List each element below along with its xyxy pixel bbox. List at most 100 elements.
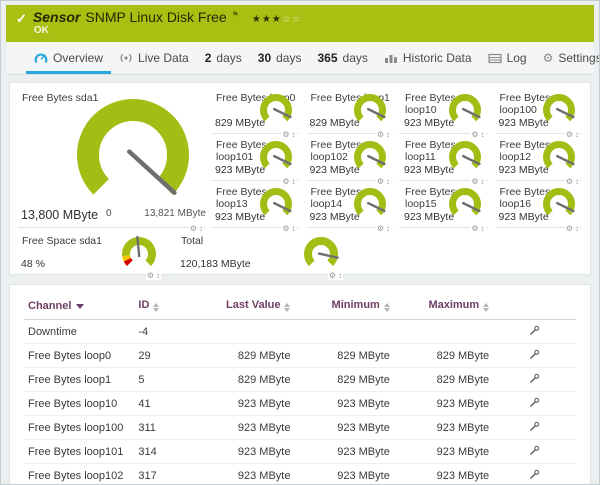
compare-icon[interactable]: ↕ xyxy=(156,272,160,280)
table-row[interactable]: Free Bytes loop10 41 923 MByte 923 MByte… xyxy=(24,392,576,416)
gear-icon[interactable]: ⚙ xyxy=(471,225,478,233)
channel-settings-wrench-icon[interactable] xyxy=(529,325,540,339)
maximum-cell: 923 MByte xyxy=(394,464,493,485)
table-row[interactable]: Free Bytes loop101 314 923 MByte 923 MBy… xyxy=(24,440,576,464)
channel-settings-wrench-icon[interactable] xyxy=(529,373,540,387)
tile-actions: ⚙ ↕ xyxy=(470,225,485,233)
sort-icon xyxy=(153,303,159,312)
gauge-value: 829 MByte xyxy=(215,117,265,129)
column-header-maximum[interactable]: Maximum xyxy=(394,294,493,320)
gear-icon[interactable]: ⚙ xyxy=(147,272,154,280)
table-row[interactable]: Free Bytes loop100 311 923 MByte 923 MBy… xyxy=(24,416,576,440)
gauge-tile: Free Bytes loop101 923 MByte ⚙ ↕ xyxy=(212,135,299,181)
tab-historic-data-label: Historic Data xyxy=(403,51,472,65)
gauge-value: 923 MByte xyxy=(215,211,265,223)
column-header-channel[interactable]: Channel xyxy=(24,294,134,320)
channel-cell: Free Bytes loop10 xyxy=(24,392,134,416)
gauge-value: 923 MByte xyxy=(499,211,549,223)
id-cell: 311 xyxy=(134,416,195,440)
gauge-value: 923 MByte xyxy=(404,211,454,223)
tab-historic-data[interactable]: Historic Data xyxy=(376,42,480,74)
gauge-tile: Free Bytes loop102 923 MByte ⚙ ↕ xyxy=(307,135,394,181)
compare-icon[interactable]: ↕ xyxy=(575,225,579,233)
minimum-cell: 923 MByte xyxy=(294,440,393,464)
priority-stars[interactable]: ★★★☆☆ xyxy=(252,14,302,25)
last-value-cell: 923 MByte xyxy=(195,464,294,485)
tile-actions: ⚙ ↕ xyxy=(376,225,391,233)
tab-bar: Overview Live Data 2 days 30 days 365 da… xyxy=(6,42,594,75)
maximum-cell: 923 MByte xyxy=(394,440,493,464)
tab-live-data[interactable]: Live Data xyxy=(111,42,197,74)
gauge-value: 923 MByte xyxy=(404,164,454,176)
channel-cell: Free Bytes loop102 xyxy=(24,464,134,485)
gauge-tile: Free Bytes loop14 923 MByte ⚙ ↕ xyxy=(307,182,394,228)
table-row[interactable]: Free Bytes loop1 5 829 MByte 829 MByte 8… xyxy=(24,368,576,392)
channel-settings-wrench-icon[interactable] xyxy=(529,397,540,411)
gear-icon[interactable]: ⚙ xyxy=(377,225,384,233)
channel-settings-wrench-icon[interactable] xyxy=(529,349,540,363)
tab-30-days[interactable]: 30 days xyxy=(250,42,310,74)
minimum-cell: 829 MByte xyxy=(294,344,393,368)
tab-log[interactable]: Log xyxy=(480,42,535,74)
table-row[interactable]: Free Bytes loop102 317 923 MByte 923 MBy… xyxy=(24,464,576,485)
gauge-tile: Free Bytes loop0 829 MByte ⚙ ↕ xyxy=(212,88,299,134)
gauge-tile: Total 120,183 MByte ⚙ ↕ xyxy=(177,231,345,275)
maximum-cell: 829 MByte xyxy=(394,368,493,392)
gauges-panel: Free Bytes sda1 13,800 MByte 0 13,821 MB… xyxy=(9,82,591,275)
main-gauge-value: 13,800 MByte xyxy=(21,208,98,222)
compare-icon[interactable]: ↕ xyxy=(481,225,485,233)
tab-2-days-number: 2 xyxy=(205,51,212,65)
main-gauge-tile: Free Bytes sda1 13,800 MByte 0 13,821 MB… xyxy=(18,88,206,228)
gauge-tile: Free Bytes loop13 923 MByte ⚙ ↕ xyxy=(212,182,299,228)
gauge-tile: Free Space sda1 48 % ⚙ ↕ xyxy=(18,231,163,275)
status-badge: OK xyxy=(34,25,302,36)
flag-icon[interactable]: ⚑ xyxy=(232,10,239,19)
table-row[interactable]: Downtime -4 xyxy=(24,320,576,344)
sensor-title-block: Sensor SNMP Linux Disk Free ⚑ ★★★☆☆ OK xyxy=(33,9,302,36)
column-header-actions xyxy=(493,294,576,320)
tab-2-days[interactable]: 2 days xyxy=(197,42,250,74)
status-ok-check-icon: ✓ xyxy=(16,11,27,27)
tab-overview-label: Overview xyxy=(53,51,103,65)
stars-filled[interactable]: ★★★ xyxy=(252,14,282,25)
channel-settings-wrench-icon[interactable] xyxy=(529,445,540,459)
log-table-icon xyxy=(488,53,502,64)
id-cell: 314 xyxy=(134,440,195,464)
minimum-cell: 923 MByte xyxy=(294,416,393,440)
gauge-tile: Free Bytes loop16 923 MByte ⚙ ↕ xyxy=(496,182,583,228)
gauge-tile: Free Bytes loop15 923 MByte ⚙ ↕ xyxy=(401,182,488,228)
gear-icon[interactable]: ⚙ xyxy=(566,225,573,233)
tab-365-days[interactable]: 365 days xyxy=(309,42,375,74)
last-value-cell: 923 MByte xyxy=(195,440,294,464)
compare-icon[interactable]: ↕ xyxy=(386,225,390,233)
table-row[interactable]: Free Bytes loop0 29 829 MByte 829 MByte … xyxy=(24,344,576,368)
sensor-label: Sensor xyxy=(33,9,80,25)
channel-cell: Downtime xyxy=(24,320,134,344)
column-header-minimum[interactable]: Minimum xyxy=(294,294,393,320)
page-title: SNMP Linux Disk Free xyxy=(85,9,226,25)
channel-cell: Free Bytes loop1 xyxy=(24,368,134,392)
gear-icon[interactable]: ⚙ xyxy=(329,272,336,280)
stars-empty[interactable]: ☆☆ xyxy=(282,14,302,25)
tab-settings[interactable]: ⚙ Settings xyxy=(535,42,600,74)
compare-icon[interactable]: ↕ xyxy=(338,272,342,280)
tile-actions: ⚙ ↕ xyxy=(146,272,161,280)
column-header-id[interactable]: ID xyxy=(134,294,195,320)
gear-icon: ⚙ xyxy=(543,51,554,65)
channel-cell: Free Bytes loop101 xyxy=(24,440,134,464)
tab-2-days-label: days xyxy=(216,51,241,65)
gauge-value: 923 MByte xyxy=(404,117,454,129)
gauge-value: 923 MByte xyxy=(310,164,360,176)
last-value-cell: 923 MByte xyxy=(195,392,294,416)
gauge-icon xyxy=(34,52,48,64)
channel-settings-wrench-icon[interactable] xyxy=(529,469,540,483)
sort-icon xyxy=(384,303,390,312)
sensor-page: ✓ Sensor SNMP Linux Disk Free ⚑ ★★★☆☆ OK… xyxy=(0,0,600,485)
column-header-last-value[interactable]: Last Value xyxy=(195,294,294,320)
last-value-cell xyxy=(195,320,294,344)
channel-settings-wrench-icon[interactable] xyxy=(529,421,540,435)
last-value-cell: 829 MByte xyxy=(195,368,294,392)
tab-overview[interactable]: Overview xyxy=(26,42,111,74)
gauge-scale-max: 13,821 MByte xyxy=(144,208,206,219)
minimum-cell: 829 MByte xyxy=(294,368,393,392)
